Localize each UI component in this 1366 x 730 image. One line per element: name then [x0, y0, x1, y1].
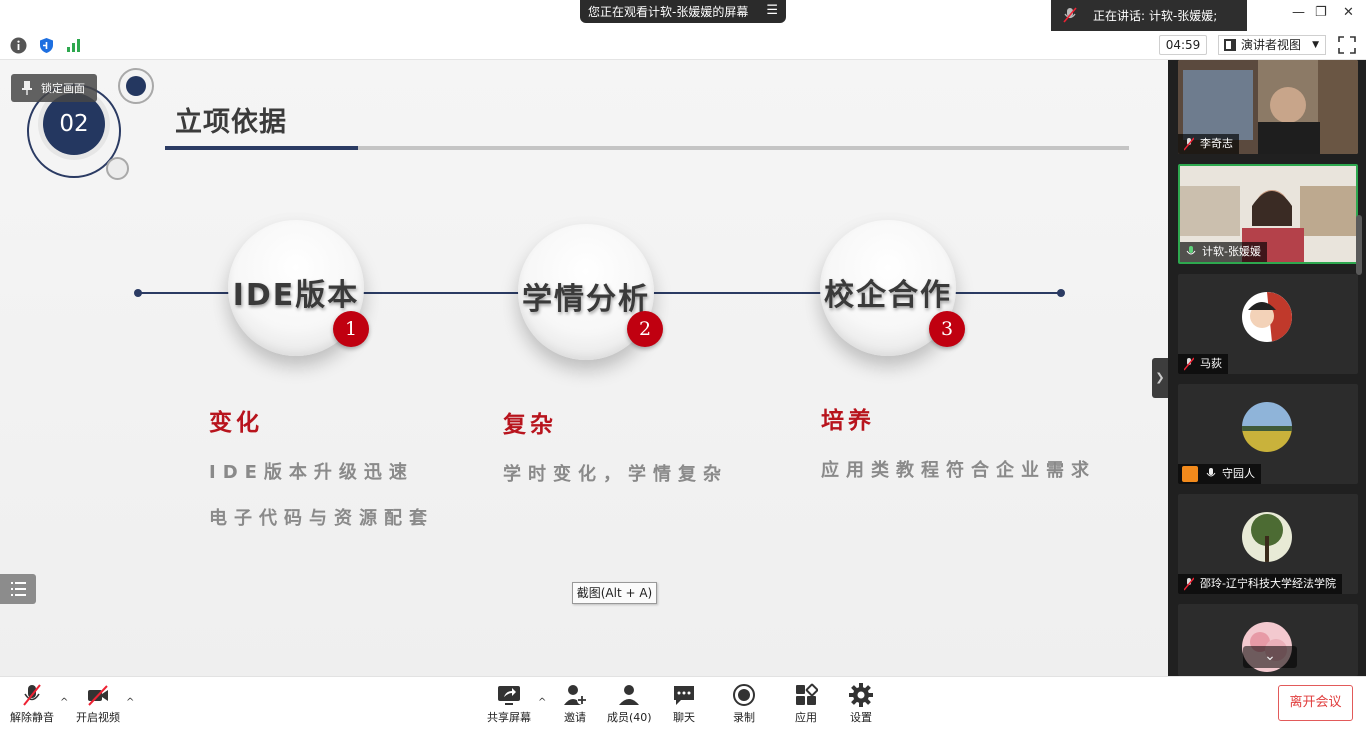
record-icon — [733, 684, 755, 706]
point-head-1: 变化 — [209, 410, 263, 436]
leave-meeting-button[interactable]: 离开会议 — [1278, 685, 1353, 721]
badge-1: 1 — [333, 311, 369, 347]
bubble-label: 学情分析 — [522, 282, 650, 317]
participant-tile[interactable]: 邵玲-辽宁科技大学经法学院 — [1178, 494, 1358, 594]
menu-icon[interactable]: ☰ — [766, 3, 778, 18]
mic-muted-icon — [1184, 577, 1194, 591]
participant-tile[interactable]: 李奇志 — [1178, 60, 1358, 154]
chat-icon — [674, 686, 694, 705]
add-user-icon — [564, 685, 587, 705]
top-bar: 您正在观看计软-张媛媛的屏幕 ☰ 正在讲话: 计软-张媛媛; — ❐ ✕ — [0, 0, 1366, 31]
screen-share-banner[interactable]: 您正在观看计软-张媛媛的屏幕 ☰ — [580, 0, 786, 23]
info-icon[interactable] — [10, 37, 27, 54]
bubble-label: IDE版本 — [232, 278, 360, 313]
point-text-1b: 电子代码与资源配套 — [209, 508, 434, 529]
slide-title: 立项依据 — [175, 107, 287, 138]
record-button[interactable]: 录制 — [732, 683, 756, 725]
share-screen-button[interactable]: 共享屏幕 — [487, 683, 531, 725]
lock-view-button[interactable]: 锁定画面 — [11, 74, 97, 102]
participant-name: 李奇志 — [1178, 134, 1239, 154]
minimize-icon[interactable]: — — [1292, 5, 1305, 20]
unmute-button[interactable]: 解除静音 — [10, 683, 54, 725]
meeting-timer: 04:59 — [1159, 35, 1207, 55]
list-icon — [11, 582, 26, 596]
members-icon — [619, 685, 640, 705]
view-mode-select[interactable]: 演讲者视图 ▼ — [1218, 35, 1326, 55]
participant-name: 计软-张媛媛 — [1180, 242, 1267, 262]
mic-muted-icon — [1184, 137, 1194, 151]
list-menu-button[interactable] — [0, 574, 36, 604]
shared-slide: 02 锁定画面 立项依据 IDE版本 1 学情分析 2 校企合作 3 变化 ID… — [0, 60, 1168, 676]
avatar — [1242, 512, 1292, 562]
lock-view-label: 锁定画面 — [41, 82, 85, 95]
bottom-toolbar: 解除静音 ^ 开启视频 ^ 共享屏幕 ^ 邀请 成员(40) 聊天 录制 应用 … — [0, 676, 1366, 730]
point-text-2a: 学时变化，学情复杂 — [503, 464, 728, 485]
point-text-3a: 应用类教程符合企业需求 — [821, 460, 1096, 481]
participant-name: 马荻 — [1178, 354, 1228, 374]
participant-tile[interactable]: 守园人 — [1178, 384, 1358, 484]
invite-button[interactable]: 邀请 — [563, 683, 587, 725]
host-badge-icon — [1182, 466, 1198, 482]
share-options-chevron-icon[interactable]: ^ — [538, 697, 546, 708]
audio-options-chevron-icon[interactable]: ^ — [60, 697, 68, 708]
participant-tile-active[interactable]: 计软-张媛媛 — [1178, 164, 1358, 264]
restore-icon[interactable]: ❐ — [1315, 5, 1327, 20]
participant-name: 邵玲-辽宁科技大学经法学院 — [1178, 574, 1342, 594]
point-text-1a: IDE版本升级迅速 — [209, 462, 414, 483]
camera-off-icon — [88, 685, 108, 706]
share-screen-icon — [498, 686, 520, 705]
speaker-text: 正在讲话: 计软-张媛媛; — [1093, 9, 1218, 23]
bubble-label: 校企合作 — [824, 278, 952, 313]
timeline-start-dot — [134, 289, 142, 297]
settings-button[interactable]: 设置 — [849, 683, 873, 725]
apps-button[interactable]: 应用 — [794, 683, 818, 725]
point-head-2: 复杂 — [503, 412, 557, 438]
security-shield-icon[interactable] — [38, 37, 55, 54]
fullscreen-icon[interactable] — [1338, 36, 1356, 54]
decor-ring — [118, 68, 154, 104]
pin-icon — [22, 81, 32, 95]
share-banner-text: 您正在观看计软-张媛媛的屏幕 — [588, 5, 749, 19]
members-button[interactable]: 成员(40) — [607, 683, 652, 725]
decor-ring-small — [106, 157, 129, 180]
meeting-window: 您正在观看计软-张媛媛的屏幕 ☰ 正在讲话: 计软-张媛媛; — ❐ ✕ 04:… — [0, 0, 1366, 730]
apps-icon — [796, 683, 818, 705]
mic-icon — [1206, 468, 1216, 477]
section-number: 02 — [43, 93, 105, 155]
participant-name: 守园人 — [1178, 464, 1261, 484]
panel-scrollbar[interactable] — [1356, 215, 1362, 275]
mic-active-icon — [1186, 246, 1196, 255]
collapse-panel-button[interactable]: ❯ — [1152, 358, 1168, 398]
participant-tile[interactable]: 马荻 — [1178, 274, 1358, 374]
timeline-end-dot — [1057, 289, 1065, 297]
gear-icon — [849, 683, 873, 707]
title-underline — [165, 146, 1129, 150]
speaker-indicator: 正在讲话: 计软-张媛媛; — [1051, 0, 1247, 31]
mic-muted-icon — [23, 684, 41, 706]
layout-icon — [1224, 39, 1236, 51]
view-mode-label: 演讲者视图 — [1241, 38, 1302, 52]
screenshot-tooltip: 截图(Alt + A) — [572, 582, 657, 604]
signal-icon[interactable] — [65, 37, 82, 54]
point-head-3: 培养 — [821, 408, 875, 434]
badge-2: 2 — [627, 311, 663, 347]
mic-muted-icon — [1063, 7, 1077, 23]
video-options-chevron-icon[interactable]: ^ — [126, 697, 134, 708]
start-video-button[interactable]: 开启视频 — [76, 683, 120, 725]
scroll-down-button[interactable]: ⌄ — [1243, 646, 1297, 668]
badge-3: 3 — [929, 311, 965, 347]
chat-button[interactable]: 聊天 — [672, 683, 696, 725]
chevron-down-icon: ▼ — [1312, 40, 1319, 50]
close-icon[interactable]: ✕ — [1343, 5, 1354, 20]
avatar — [1242, 402, 1292, 452]
avatar — [1242, 292, 1292, 342]
mic-muted-icon — [1184, 357, 1194, 371]
